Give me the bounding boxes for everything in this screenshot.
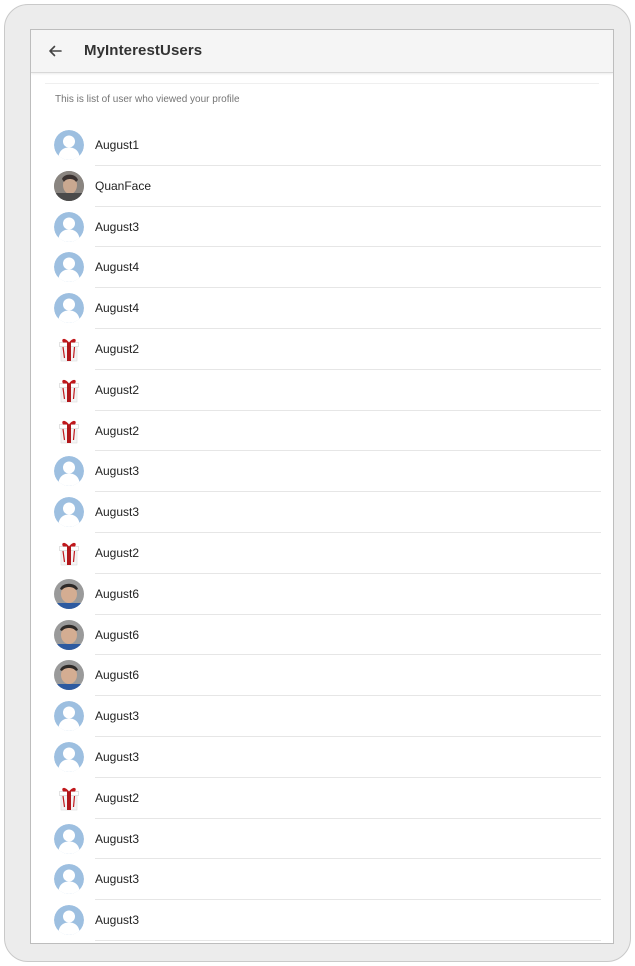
arrow-left-icon	[47, 43, 63, 59]
divider	[45, 83, 599, 84]
list-item[interactable]: August3	[31, 859, 613, 901]
user-name: August3	[95, 749, 140, 764]
list-item[interactable]: August3	[31, 492, 613, 533]
gift-icon	[54, 783, 84, 813]
user-name: QuanFace	[95, 178, 152, 193]
app-bar: MyInterestUsers	[31, 30, 613, 73]
list-item[interactable]: August3	[31, 451, 613, 493]
default-avatar-icon	[54, 211, 84, 242]
default-avatar-icon	[54, 701, 84, 732]
list-item[interactable]: August2	[31, 411, 613, 452]
list-item[interactable]: August3	[31, 819, 613, 860]
gift-icon	[54, 538, 84, 568]
default-avatar-icon	[54, 864, 84, 895]
list-item[interactable]: August3	[31, 696, 613, 737]
user-name: August3	[95, 709, 140, 724]
default-avatar-icon	[54, 293, 84, 324]
list-item[interactable]: August6	[31, 615, 613, 656]
user-name: August6	[95, 668, 140, 683]
user-name: August4	[95, 301, 140, 316]
list-item[interactable]: August3	[31, 207, 613, 248]
user-name: August6	[95, 586, 140, 601]
list-description: This is list of user who viewed your pro…	[55, 94, 240, 105]
device-frame: MyInterestUsers This is list of user who…	[4, 4, 631, 962]
gift-icon	[54, 416, 84, 446]
list-item[interactable]: August2	[31, 533, 613, 574]
avatar	[54, 619, 84, 650]
default-avatar-icon	[54, 252, 84, 283]
list-item[interactable]: August3	[31, 900, 613, 941]
gift-icon	[54, 334, 84, 364]
user-name: August4	[95, 260, 140, 275]
user-list: August1 QuanFace August3 August4 August4	[31, 125, 613, 941]
user-name: August6	[95, 627, 140, 642]
user-name: August3	[95, 505, 140, 520]
user-name: August2	[95, 341, 140, 356]
app-screen: MyInterestUsers This is list of user who…	[30, 29, 614, 944]
user-name: August3	[95, 872, 140, 887]
list-item[interactable]: August4	[31, 247, 613, 289]
user-name: August3	[95, 831, 140, 846]
list-item[interactable]: August6	[31, 655, 613, 697]
user-name: August2	[95, 382, 140, 397]
user-name: August3	[95, 464, 140, 479]
user-name: August3	[95, 219, 140, 234]
default-avatar-icon	[54, 130, 84, 160]
user-name: August2	[95, 423, 140, 438]
user-name: August2	[95, 790, 140, 805]
list-item[interactable]: August2	[31, 370, 613, 411]
list-item[interactable]: August6	[31, 574, 613, 615]
user-name: August3	[95, 913, 140, 928]
list-item[interactable]: QuanFace	[31, 166, 613, 207]
default-avatar-icon	[54, 456, 84, 487]
gift-icon	[54, 375, 84, 405]
user-name: August1	[95, 138, 140, 152]
avatar	[54, 660, 84, 691]
default-avatar-icon	[54, 741, 84, 772]
list-item[interactable]: August1	[31, 125, 613, 166]
list-item[interactable]: August3	[31, 737, 613, 778]
avatar	[54, 578, 84, 609]
row-divider	[95, 939, 601, 941]
default-avatar-icon	[54, 823, 84, 854]
list-item[interactable]: August2	[31, 778, 613, 819]
default-avatar-icon	[54, 497, 84, 528]
list-item[interactable]: August4	[31, 288, 613, 329]
back-button[interactable]	[43, 39, 67, 63]
user-name: August2	[95, 545, 140, 560]
list-item[interactable]: August2	[31, 329, 613, 370]
avatar	[54, 170, 84, 201]
page-title: MyInterestUsers	[84, 42, 203, 59]
default-avatar-icon	[54, 905, 84, 936]
